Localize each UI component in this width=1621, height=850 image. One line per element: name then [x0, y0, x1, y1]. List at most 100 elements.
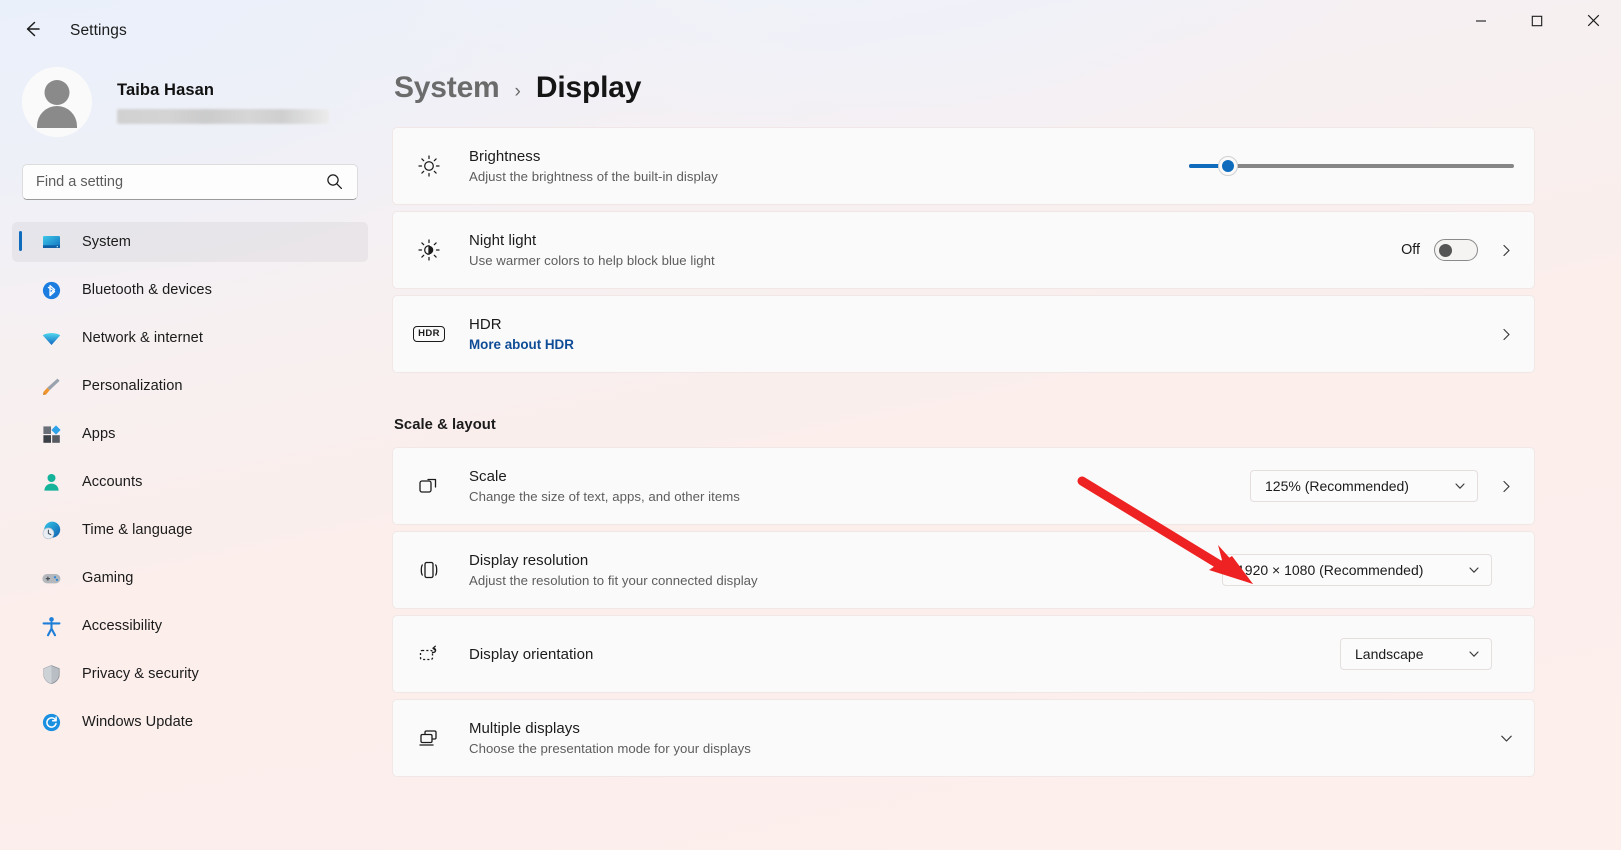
chevron-down-icon: [1467, 647, 1481, 661]
update-refresh-icon: [40, 711, 62, 733]
sidebar-item-label: Windows Update: [82, 714, 193, 730]
display-resolution-dropdown[interactable]: 1920 × 1080 (Recommended): [1222, 554, 1492, 586]
profile-account-redacted: [117, 109, 329, 124]
scale-subtitle: Change the size of text, apps, and other…: [469, 489, 1250, 504]
window-controls: [1453, 0, 1621, 62]
scale-resize-icon: [411, 473, 447, 499]
chevron-down-icon[interactable]: [1492, 724, 1520, 752]
bluetooth-icon: [40, 279, 62, 301]
sidebar-item-bluetooth-devices[interactable]: Bluetooth & devices: [12, 270, 368, 310]
sidebar-item-label: Privacy & security: [82, 666, 199, 682]
brightness-slider[interactable]: [1189, 154, 1514, 178]
breadcrumb: System › Display: [392, 55, 1621, 105]
apps-icon: [40, 423, 62, 445]
clock-globe-icon: [40, 519, 62, 541]
scale-title: Scale: [469, 468, 1250, 485]
shield-icon: [40, 663, 62, 685]
toggle-knob: [1439, 244, 1452, 257]
sidebar-item-label: Apps: [82, 426, 115, 442]
maximize-icon: [1531, 14, 1543, 32]
scale-text: Scale Change the size of text, apps, and…: [469, 468, 1250, 504]
minimize-button[interactable]: [1453, 0, 1509, 45]
sidebar-item-apps[interactable]: Apps: [12, 414, 368, 454]
sidebar-item-windows-update[interactable]: Windows Update: [12, 702, 368, 742]
night-light-toggle-label: Off: [1401, 242, 1420, 258]
maximize-button[interactable]: [1509, 0, 1565, 45]
scale-card[interactable]: Scale Change the size of text, apps, and…: [392, 447, 1535, 525]
display-orientation-dropdown[interactable]: Landscape: [1340, 638, 1492, 670]
accessibility-icon: [40, 615, 62, 637]
sidebar-item-label: Personalization: [82, 378, 183, 394]
breadcrumb-separator: ›: [515, 81, 521, 103]
multiple-displays-icon: [411, 725, 447, 751]
search-input[interactable]: [22, 164, 358, 200]
chevron-right-icon[interactable]: [1492, 236, 1520, 264]
wifi-icon: [40, 327, 62, 349]
display-resolution-subtitle: Adjust the resolution to fit your connec…: [469, 573, 1222, 588]
page-title: Display: [536, 71, 641, 105]
user-profile[interactable]: Taiba Hasan: [0, 55, 378, 137]
brightness-sun-icon: [411, 153, 447, 179]
close-button[interactable]: [1565, 0, 1621, 45]
sidebar-item-label: System: [82, 234, 131, 250]
brightness-subtitle: Adjust the brightness of the built-in di…: [469, 169, 1189, 184]
resolution-icon: [411, 557, 447, 583]
brightness-card: Brightness Adjust the brightness of the …: [392, 127, 1535, 205]
hdr-more-link[interactable]: More about HDR: [469, 337, 1492, 352]
sidebar-item-gaming[interactable]: Gaming: [12, 558, 368, 598]
multiple-displays-card[interactable]: Multiple displays Choose the presentatio…: [392, 699, 1535, 777]
app-title: Settings: [70, 22, 127, 40]
scale-dropdown[interactable]: 125% (Recommended): [1250, 470, 1478, 502]
paintbrush-icon: [40, 375, 62, 397]
multiple-displays-subtitle: Choose the presentation mode for your di…: [469, 741, 1492, 756]
title-bar: Settings: [0, 0, 1621, 62]
night-light-toggle[interactable]: [1434, 239, 1478, 261]
monitor-icon: [40, 231, 62, 253]
minimize-icon: [1475, 14, 1487, 32]
sidebar-nav: System Bluetooth & devices: [0, 222, 378, 742]
back-button[interactable]: [12, 11, 52, 51]
night-light-title: Night light: [469, 232, 1401, 249]
sidebar-item-label: Gaming: [82, 570, 133, 586]
hdr-card[interactable]: HDR HDR More about HDR: [392, 295, 1535, 373]
sidebar-item-label: Accounts: [82, 474, 142, 490]
slider-thumb[interactable]: [1218, 156, 1238, 176]
hdr-badge-icon: HDR: [411, 326, 447, 342]
search-container: [22, 164, 356, 200]
night-light-icon: [411, 237, 447, 263]
brightness-title: Brightness: [469, 148, 1189, 165]
sidebar-item-privacy-security[interactable]: Privacy & security: [12, 654, 368, 694]
close-icon: [1587, 14, 1600, 32]
brightness-controls: [1189, 154, 1520, 178]
breadcrumb-parent[interactable]: System: [394, 71, 500, 105]
display-orientation-card: Display orientation Landscape: [392, 615, 1535, 693]
sidebar-item-network-internet[interactable]: Network & internet: [12, 318, 368, 358]
sidebar-item-personalization[interactable]: Personalization: [12, 366, 368, 406]
sidebar-item-system[interactable]: System: [12, 222, 368, 262]
settings-cards: Brightness Adjust the brightness of the …: [392, 127, 1621, 777]
multiple-displays-text: Multiple displays Choose the presentatio…: [469, 720, 1492, 756]
hdr-badge-text: HDR: [413, 326, 445, 342]
night-light-card[interactable]: Night light Use warmer colors to help bl…: [392, 211, 1535, 289]
hdr-text: HDR More about HDR: [469, 316, 1492, 352]
chevron-down-icon: [1453, 479, 1467, 493]
avatar: [22, 67, 92, 137]
sidebar-item-accounts[interactable]: Accounts: [12, 462, 368, 502]
main-content: System › Display: [392, 55, 1621, 850]
display-orientation-controls: Landscape: [1340, 638, 1520, 670]
sidebar-item-time-language[interactable]: Time & language: [12, 510, 368, 550]
profile-text: Taiba Hasan: [117, 81, 329, 124]
sidebar-item-label: Time & language: [82, 522, 193, 538]
multiple-displays-title: Multiple displays: [469, 720, 1492, 737]
back-arrow-icon: [21, 18, 43, 45]
sidebar-item-label: Accessibility: [82, 618, 162, 634]
display-resolution-text: Display resolution Adjust the resolution…: [469, 552, 1222, 588]
display-orientation-title: Display orientation: [469, 646, 1340, 663]
chevron-down-icon: [1467, 563, 1481, 577]
chevron-right-icon[interactable]: [1492, 472, 1520, 500]
hdr-title: HDR: [469, 316, 1492, 333]
sidebar-item-accessibility[interactable]: Accessibility: [12, 606, 368, 646]
display-resolution-title: Display resolution: [469, 552, 1222, 569]
chevron-right-icon[interactable]: [1492, 320, 1520, 348]
night-light-subtitle: Use warmer colors to help block blue lig…: [469, 253, 1401, 268]
